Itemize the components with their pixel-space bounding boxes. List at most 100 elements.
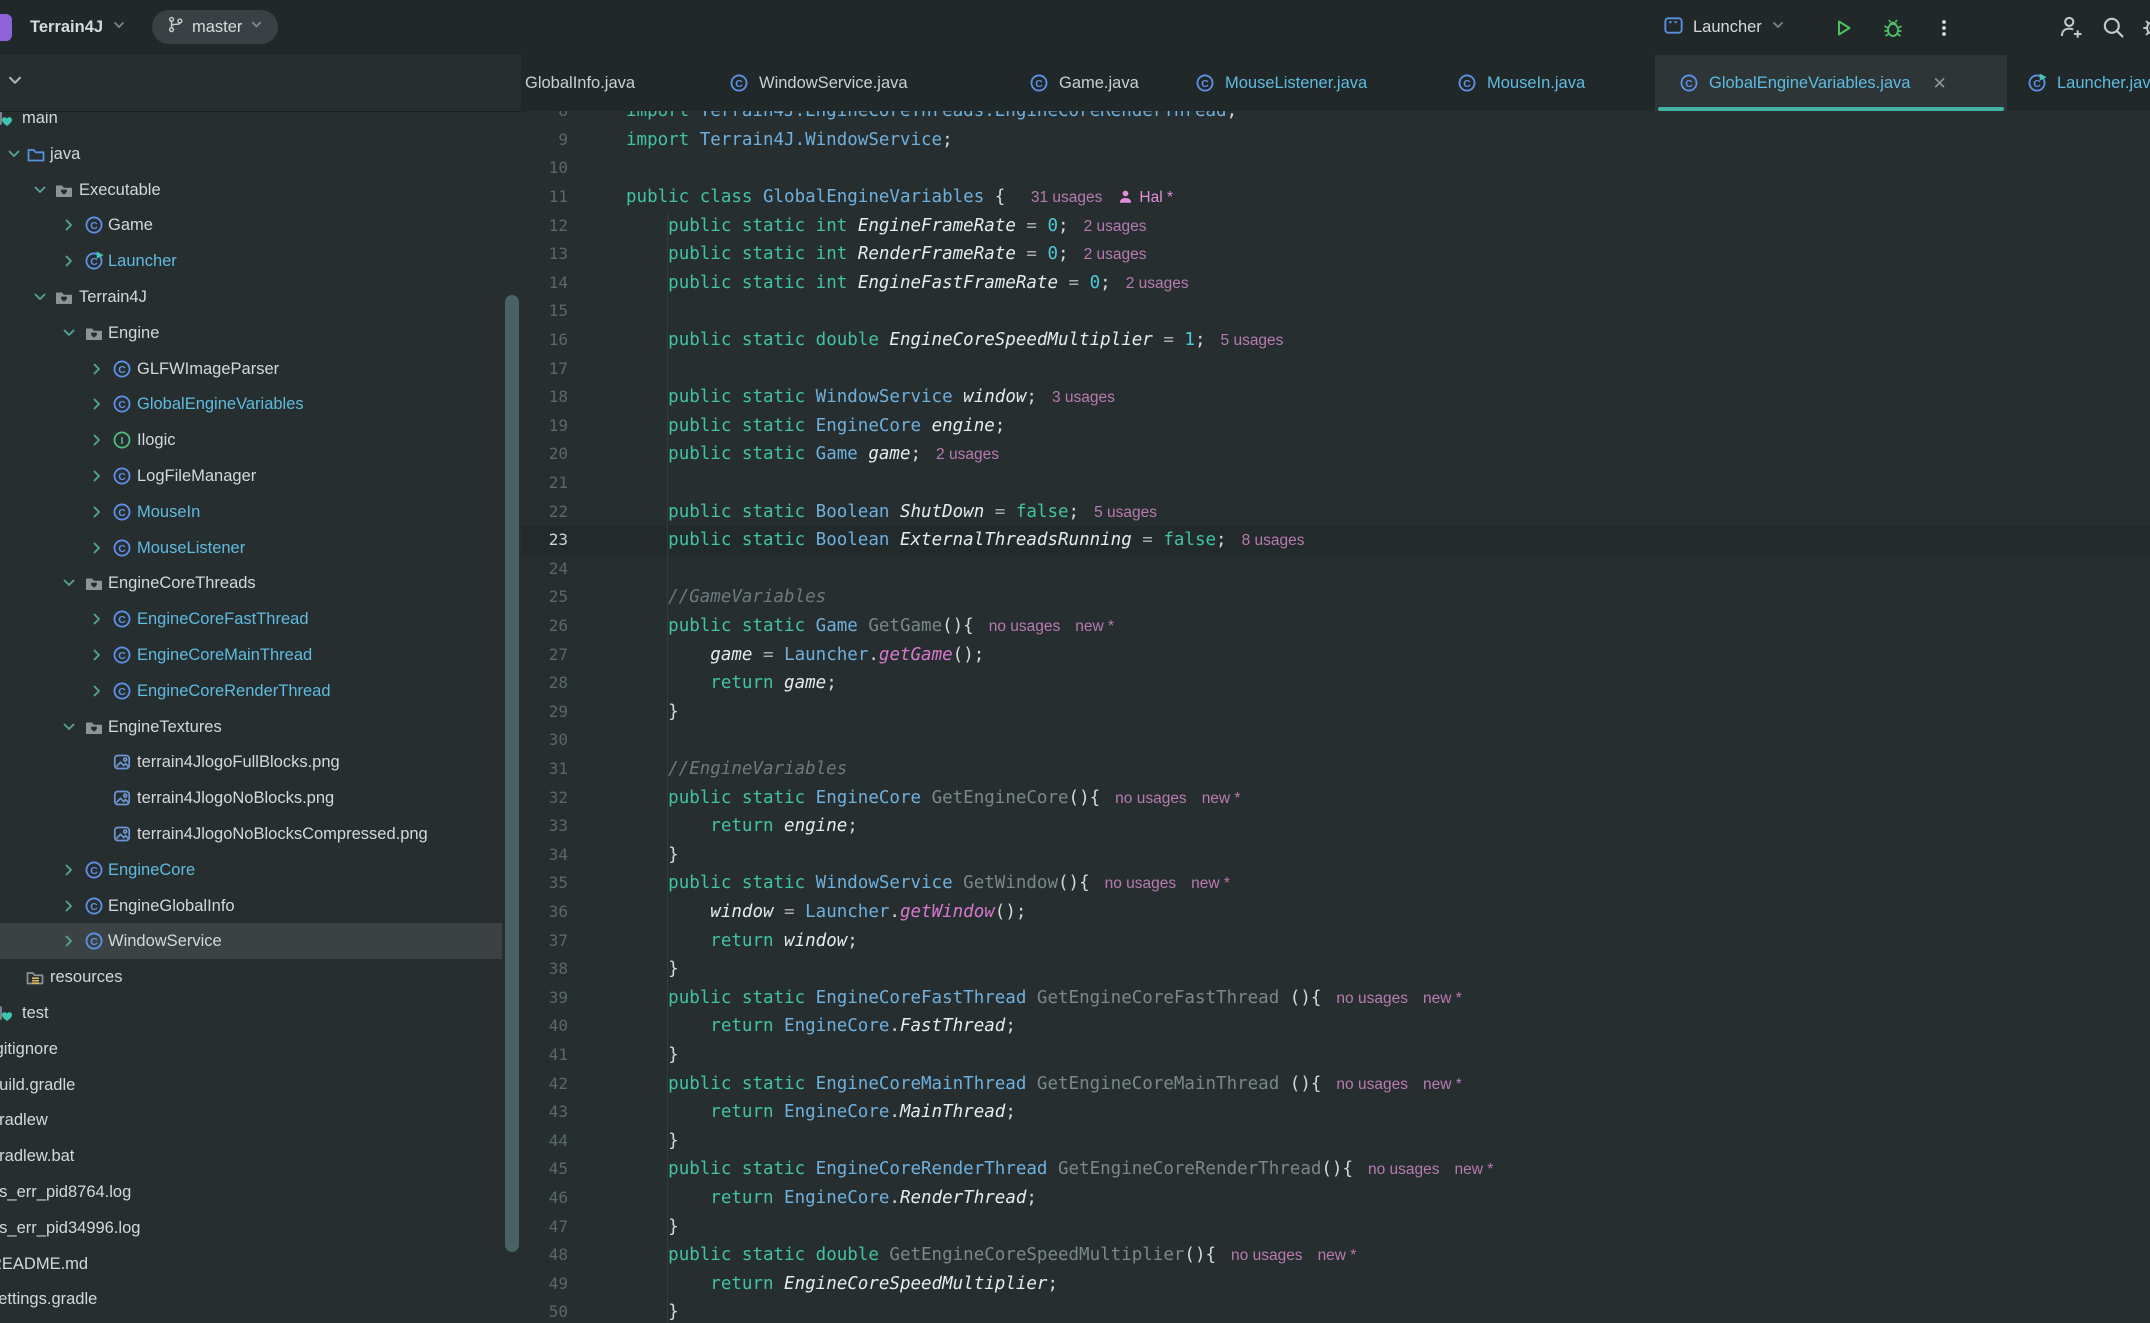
tree-item-label: build.gradle <box>0 1067 75 1103</box>
code-segment: EngineCoreFastThread <box>805 988 1026 1008</box>
code-segment: RenderFrameRate <box>847 244 1016 264</box>
tree-item-ilogic[interactable]: IIlogic <box>0 422 521 458</box>
code-editor[interactable]: 8import Terrain4J.EngineCoreThreads.Engi… <box>521 111 2150 1323</box>
code-segment: (){ <box>1321 1159 1353 1179</box>
code-segment: EngineFastFrameRate <box>847 273 1058 293</box>
code-line-10: 10 <box>521 154 2150 183</box>
tree-item-resources[interactable]: resources <box>0 959 521 995</box>
code-segment <box>626 387 668 407</box>
tree-item-build-gradle[interactable]: build.gradle <box>0 1067 521 1103</box>
tree-item-terrain4jlogonoblocks-png[interactable]: terrain4JlogoNoBlocks.png <box>0 780 521 816</box>
tree-item-windowservice[interactable]: CWindowService <box>0 923 502 959</box>
tree-item-executable[interactable]: Executable <box>0 172 521 208</box>
chevron-right-icon[interactable] <box>88 503 106 526</box>
chevron-right-icon[interactable] <box>88 395 106 418</box>
chevron-down-icon[interactable] <box>5 145 23 168</box>
tree-item-engine[interactable]: Engine <box>0 315 521 351</box>
chevron-right-icon[interactable] <box>88 431 106 454</box>
code-segment: ; <box>1227 111 1238 121</box>
inlay-hint: 8 usages <box>1242 532 1305 549</box>
search-everywhere-button[interactable] <box>2100 0 2127 55</box>
editor-tab-mousein-java[interactable]: CMouseIn.java <box>1437 55 1655 111</box>
line-number: 50 <box>521 1298 568 1323</box>
tree-item-hs-err-pid34996-log[interactable]: hs_err_pid34996.log <box>0 1210 521 1246</box>
editor-tab-game-java[interactable]: CGame.java <box>1009 55 1175 111</box>
chevron-down-icon[interactable] <box>5 70 25 95</box>
chevron-right-icon[interactable] <box>88 467 106 490</box>
tree-item-terrain4j[interactable]: Terrain4J <box>0 279 521 315</box>
code-segment <box>626 902 710 922</box>
code-segment: public static int <box>668 273 847 293</box>
chevron-right-icon[interactable] <box>60 216 78 239</box>
tree-item-mouselistener[interactable]: CMouseListener <box>0 530 521 566</box>
chevron-down-icon[interactable] <box>60 574 78 597</box>
tree-item-test[interactable]: test <box>0 995 521 1031</box>
tree-item-settings-gradle[interactable]: settings.gradle <box>0 1281 521 1317</box>
tree-item-terrain4jlogonoblockscompressed-png[interactable]: terrain4JlogoNoBlocksCompressed.png <box>0 816 521 852</box>
more-actions-button[interactable] <box>1934 0 1954 55</box>
chevron-right-icon[interactable] <box>88 646 106 669</box>
chevron-right-icon[interactable] <box>88 360 106 383</box>
tab-label: MouseListener.java <box>1225 74 1367 93</box>
settings-gear-icon[interactable] <box>2140 0 2150 55</box>
line-number: 23 <box>521 526 568 555</box>
project-widget[interactable]: Terrain4J <box>30 0 127 55</box>
chevron-down-icon[interactable] <box>60 718 78 741</box>
tree-item-enginecore[interactable]: CEngineCore <box>0 852 521 888</box>
chevron-right-icon[interactable] <box>88 682 106 705</box>
tree-item-enginecoremainthread[interactable]: CEngineCoreMainThread <box>0 637 521 673</box>
vcs-branch-widget[interactable]: master <box>152 10 278 44</box>
tree-item-terrain4jlogofullblocks-png[interactable]: terrain4JlogoFullBlocks.png <box>0 744 521 780</box>
editor-tab-launcher-java[interactable]: CLauncher.java <box>2007 55 2150 111</box>
tree-item-mousein[interactable]: CMouseIn <box>0 494 521 530</box>
tree-item-launcher[interactable]: CLauncher <box>0 243 521 279</box>
chevron-right-icon[interactable] <box>60 932 78 955</box>
tree-item-readme-md[interactable]: README.md <box>0 1246 521 1282</box>
chevron-right-icon[interactable] <box>60 897 78 920</box>
tree-item-glfwimageparser[interactable]: CGLFWImageParser <box>0 351 521 387</box>
tree-item-gradlew-bat[interactable]: gradlew.bat <box>0 1138 521 1174</box>
chevron-right-icon[interactable] <box>88 610 106 633</box>
run-configuration-widget[interactable]: Launcher <box>1662 0 1786 55</box>
tree-item-label: .gitignore <box>0 1031 58 1067</box>
tree-item-globalenginevariables[interactable]: CGlobalEngineVariables <box>0 386 521 422</box>
debug-button[interactable] <box>1881 0 1905 55</box>
editor-tab-windowservice-java[interactable]: CWindowService.java <box>709 55 1009 111</box>
code-segment <box>626 1274 710 1294</box>
project-icon[interactable] <box>0 14 12 41</box>
tree-item-label: terrain4JlogoNoBlocksCompressed.png <box>137 816 428 852</box>
tree-item-label: MouseListener <box>137 530 245 566</box>
code-segment: (){ <box>1184 1245 1216 1265</box>
line-number: 32 <box>521 784 568 813</box>
close-icon[interactable]: ✕ <box>1933 75 1947 92</box>
tree-item-engineglobalinfo[interactable]: CEngineGlobalInfo <box>0 888 521 924</box>
tree-item-enginecorerenderthread[interactable]: CEngineCoreRenderThread <box>0 673 521 709</box>
line-number: 45 <box>521 1155 568 1184</box>
tree-item-java[interactable]: java <box>0 136 521 172</box>
class-icon: C <box>112 681 132 706</box>
tree-item-enginetextures[interactable]: EngineTextures <box>0 709 521 745</box>
code-with-me-button[interactable] <box>2058 0 2085 55</box>
code-line-30: 30 <box>521 726 2150 755</box>
tree-item-game[interactable]: CGame <box>0 207 521 243</box>
code-segment: import <box>626 111 689 121</box>
editor-tab-globalenginevariables-java[interactable]: CGlobalEngineVariables.java✕ <box>1655 55 2007 111</box>
tree-item-logfilemanager[interactable]: CLogFileManager <box>0 458 521 494</box>
tree-item--gitignore[interactable]: .gitignore <box>0 1031 521 1067</box>
code-line-25: 25 //GameVariables <box>521 583 2150 612</box>
tree-item-enginecorefastthread[interactable]: CEngineCoreFastThread <box>0 601 521 637</box>
chevron-down-icon[interactable] <box>31 288 49 311</box>
chevron-down-icon[interactable] <box>60 324 78 347</box>
tree-item-hs-err-pid8764-log[interactable]: hs_err_pid8764.log <box>0 1174 521 1210</box>
tree-item-enginecorethreads[interactable]: EngineCoreThreads <box>0 565 521 601</box>
chevron-right-icon[interactable] <box>60 252 78 275</box>
editor-tab-mouselistener-java[interactable]: CMouseListener.java <box>1175 55 1437 111</box>
tree-item-gradlew[interactable]: gradlew <box>0 1102 521 1138</box>
tree-scrollbar[interactable] <box>505 295 519 1252</box>
line-number: 33 <box>521 812 568 841</box>
editor-tab-globalinfo-java[interactable]: GlobalInfo.java <box>521 55 709 111</box>
chevron-right-icon[interactable] <box>60 861 78 884</box>
run-button[interactable] <box>1831 0 1855 55</box>
chevron-down-icon[interactable] <box>31 181 49 204</box>
chevron-right-icon[interactable] <box>88 539 106 562</box>
